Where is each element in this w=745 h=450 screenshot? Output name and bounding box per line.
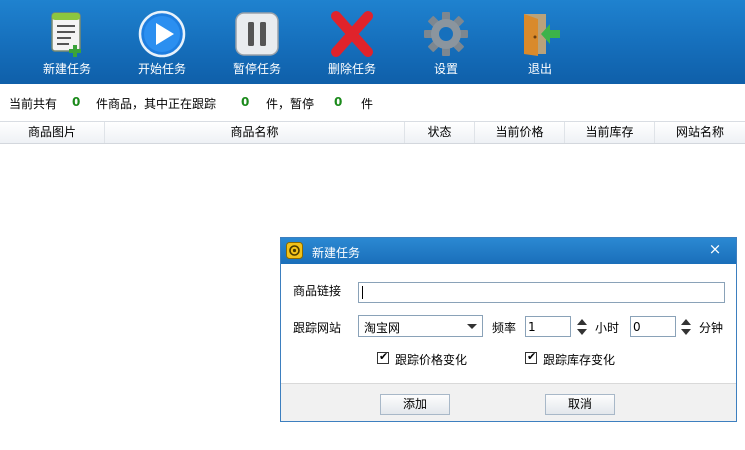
exit-label: 退出: [527, 62, 552, 76]
column-header-name[interactable]: 商品名称: [105, 122, 405, 143]
new-task-button[interactable]: 新建任务: [27, 0, 107, 84]
pause-icon: [235, 12, 279, 56]
table-header: 商品图片 商品名称 状态 当前价格 当前库存 网站名称: [0, 121, 745, 144]
toolbar: 新建任务 开始任务 暂停任务 删除任务 设置 退出: [0, 0, 745, 84]
site-select[interactable]: 淘宝网: [358, 315, 483, 337]
hours-input[interactable]: 1: [525, 316, 571, 337]
track-stock-checkbox[interactable]: ✔: [525, 350, 537, 364]
pause-task-label: 暂停任务: [232, 62, 281, 76]
column-header-status[interactable]: 状态: [405, 122, 475, 143]
summary-mid2: 件，暂停: [266, 97, 315, 111]
settings-label: 设置: [433, 62, 458, 76]
frequency-label: 频率: [492, 321, 517, 335]
hours-value: 1: [528, 320, 536, 334]
close-icon[interactable]: ×: [706, 240, 724, 258]
summary-suffix: 件: [361, 97, 374, 111]
minutes-input[interactable]: 0: [630, 316, 676, 337]
new-task-dialog: 新建任务 × 商品链接 跟踪网站 淘宝网 频率 1 小时 0 分钟 ✔ 跟踪价格…: [280, 237, 737, 422]
minutes-value: 0: [633, 320, 641, 334]
summary-mid: 件商品，其中正在跟踪: [96, 97, 217, 111]
track-price-label[interactable]: 跟踪价格变化: [395, 351, 467, 368]
hours-unit: 小时: [595, 321, 620, 335]
track-price-checkbox[interactable]: ✔: [377, 350, 389, 364]
total-count: 0: [72, 95, 81, 109]
delete-task-button[interactable]: 删除任务: [312, 0, 392, 84]
dialog-title-bar[interactable]: 新建任务 ×: [281, 238, 736, 264]
site-label: 跟踪网站: [293, 321, 342, 335]
column-header-stock[interactable]: 当前库存: [565, 122, 655, 143]
tracking-count: 0: [241, 95, 250, 109]
settings-button[interactable]: 设置: [406, 0, 486, 84]
hours-spinner-icon[interactable]: [576, 317, 588, 337]
checkmark-icon: ✔: [527, 350, 537, 363]
start-task-button[interactable]: 开始任务: [122, 0, 202, 84]
checkmark-icon: ✔: [379, 350, 389, 363]
pause-task-button[interactable]: 暂停任务: [217, 0, 297, 84]
column-header-image[interactable]: 商品图片: [0, 122, 105, 143]
site-select-value: 淘宝网: [364, 321, 401, 335]
delete-task-label: 删除任务: [327, 62, 376, 76]
summary-prefix: 当前共有: [9, 97, 58, 111]
task-summary: 当前共有 0 件商品，其中正在跟踪 0 件，暂停 0 件: [0, 84, 745, 122]
paused-count: 0: [334, 95, 343, 109]
gear-icon: [424, 12, 468, 56]
start-task-label: 开始任务: [137, 62, 186, 76]
delete-icon: [331, 11, 373, 57]
dialog-footer: 添加 取消: [281, 383, 736, 421]
new-task-icon: [51, 12, 81, 57]
url-label: 商品链接: [293, 284, 342, 298]
play-icon: [138, 10, 186, 58]
minutes-spinner-icon[interactable]: [680, 317, 692, 337]
cancel-button[interactable]: 取消: [545, 394, 615, 415]
exit-button[interactable]: 退出: [500, 0, 580, 84]
exit-door-icon: [524, 14, 560, 56]
app-logo-icon: [286, 242, 303, 259]
url-input[interactable]: [358, 282, 725, 303]
column-header-site[interactable]: 网站名称: [655, 122, 745, 143]
new-task-label: 新建任务: [42, 62, 91, 76]
dialog-title: 新建任务: [312, 246, 361, 260]
add-button[interactable]: 添加: [380, 394, 450, 415]
column-header-price[interactable]: 当前价格: [475, 122, 565, 143]
chevron-down-icon: [467, 324, 477, 329]
text-caret: [362, 286, 363, 299]
track-stock-label[interactable]: 跟踪库存变化: [543, 351, 615, 368]
minutes-unit: 分钟: [699, 321, 724, 335]
